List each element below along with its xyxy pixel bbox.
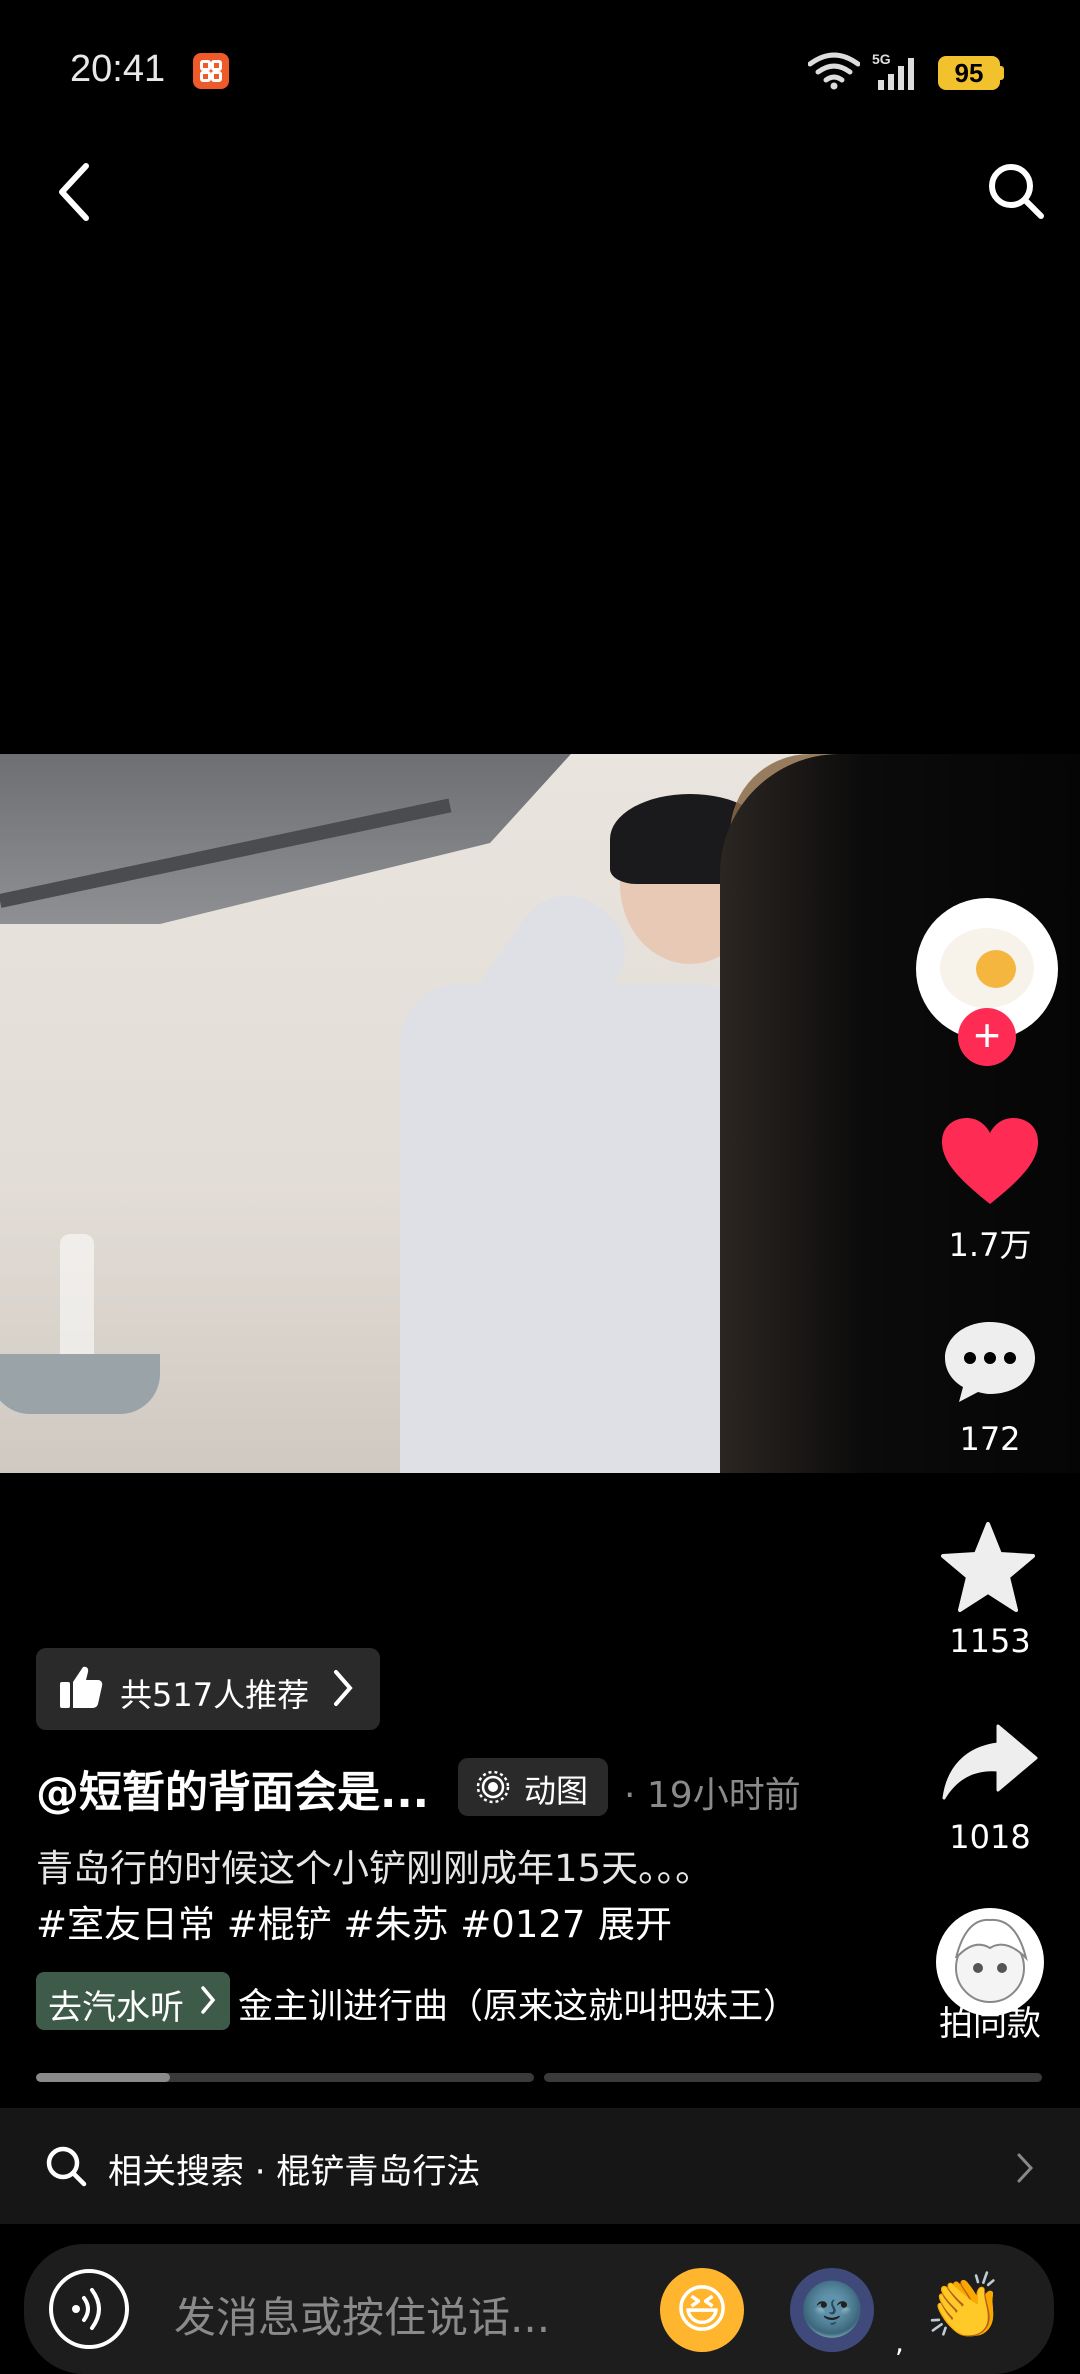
- voice-icon[interactable]: [46, 2266, 132, 2352]
- related-search-text: 相关搜索 · 棍铲青岛行法: [108, 2152, 481, 2192]
- chevron-right-icon: [201, 1986, 216, 2014]
- separator-dot: ,: [895, 2326, 904, 2359]
- music-title[interactable]: 金主训进行曲（原来这就叫把妹王）: [238, 1978, 798, 2029]
- clap-emoji[interactable]: 👏: [920, 2262, 1010, 2352]
- same-style-label[interactable]: 拍同款: [920, 1996, 1060, 2045]
- recommend-label: 共517人推荐: [120, 1676, 310, 1714]
- listen-button-label: 去汽水听: [48, 1988, 184, 2028]
- egg-yolk: [976, 950, 1016, 988]
- next-segment-progress-bar: [544, 2073, 1042, 2082]
- water-bottle: [60, 1234, 94, 1364]
- playback-progress-bar[interactable]: [36, 2073, 534, 2082]
- animated-image-label: 动图: [524, 1772, 589, 1810]
- expand-button[interactable]: 展开: [598, 1894, 672, 1948]
- pot: [0, 1354, 160, 1414]
- comment-count: 172: [959, 1420, 1021, 1458]
- author-name[interactable]: @短暂的背面会是...: [36, 1758, 429, 1820]
- playback-progress-fill: [36, 2073, 171, 2082]
- thumbs-up-icon: [60, 1666, 103, 1708]
- post-hashtags[interactable]: #室友日常 #棍铲 #朱苏 #0127: [36, 1894, 585, 1948]
- network-label: 5G: [872, 51, 891, 67]
- search-icon: [46, 2146, 87, 2187]
- chevron-right-icon: [1017, 2153, 1034, 2183]
- laughing-emoji[interactable]: 😆: [660, 2268, 744, 2352]
- live-photo-icon: [476, 1770, 510, 1804]
- battery-indicator: 95: [938, 56, 1000, 90]
- search-icon[interactable]: [985, 160, 1047, 222]
- cellular-signal-icon: 5G: [872, 51, 914, 90]
- follow-button[interactable]: +: [958, 1008, 1016, 1066]
- post-description: 青岛行的时候这个小铲刚刚成年15天。。。: [36, 1847, 713, 1890]
- back-icon[interactable]: [52, 160, 98, 224]
- share-count: 1018: [949, 1818, 1031, 1856]
- comment-icon[interactable]: [942, 1318, 1038, 1406]
- person-body: [400, 984, 760, 1473]
- favorite-star-icon[interactable]: [938, 1520, 1038, 1616]
- egg-avatar-image: [940, 928, 1034, 1008]
- video-frame[interactable]: [0, 754, 1080, 1473]
- share-icon[interactable]: [940, 1722, 1040, 1802]
- favorite-count: 1153: [949, 1622, 1031, 1660]
- chevron-right-icon: [334, 1670, 353, 1706]
- post-time: · 19小时前: [624, 1775, 801, 1816]
- battery-tip: [1000, 66, 1004, 80]
- wifi-icon: [808, 52, 860, 90]
- app-notification-icon: [193, 53, 229, 89]
- heart-icon[interactable]: [940, 1116, 1040, 1208]
- moon-emoji[interactable]: 🌚: [790, 2268, 874, 2352]
- like-count: 1.7万: [948, 1226, 1032, 1264]
- status-time: 20:41: [70, 48, 166, 90]
- message-placeholder[interactable]: 发消息或按住说话...: [174, 2284, 550, 2345]
